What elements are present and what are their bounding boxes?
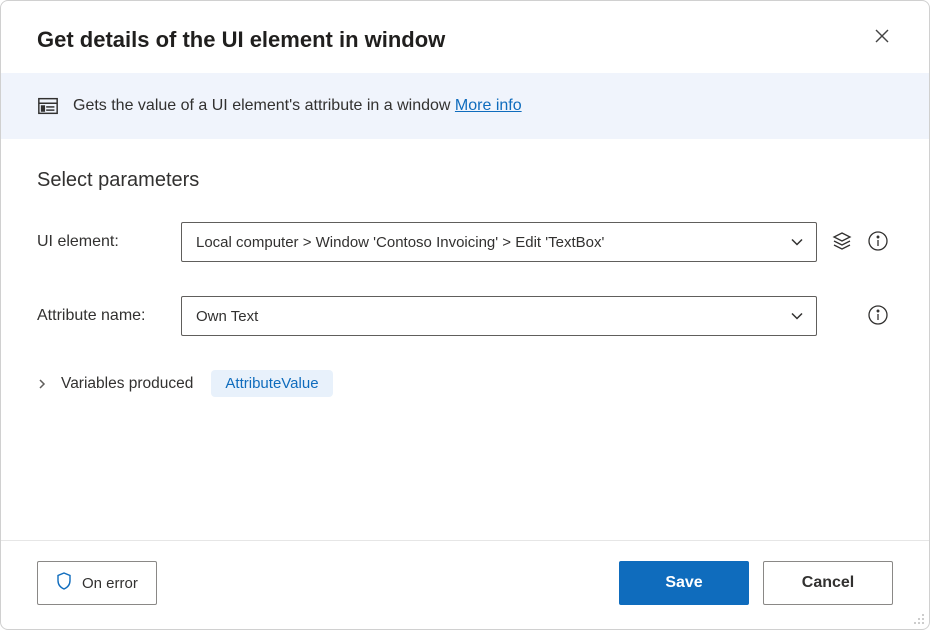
info-banner-desc: Gets the value of a UI element's attribu…	[73, 97, 455, 114]
info-banner-text: Gets the value of a UI element's attribu…	[73, 97, 522, 115]
on-error-label: On error	[82, 575, 138, 592]
attribute-name-row: Attribute name: Own Text	[37, 296, 893, 336]
attribute-name-value: Own Text	[196, 308, 790, 325]
dialog-footer: On error Save Cancel	[1, 540, 929, 629]
form-icon	[37, 95, 59, 117]
resize-grip[interactable]	[911, 611, 925, 625]
info-icon	[868, 231, 888, 254]
chevron-right-icon	[37, 379, 47, 389]
variables-produced-row[interactable]: Variables produced AttributeValue	[37, 370, 893, 397]
footer-actions: Save Cancel	[619, 561, 893, 605]
layers-button[interactable]	[831, 231, 853, 253]
ui-element-select[interactable]: Local computer > Window 'Contoso Invoici…	[181, 222, 817, 262]
ui-element-info-button[interactable]	[867, 231, 889, 253]
save-button[interactable]: Save	[619, 561, 749, 605]
dialog-title: Get details of the UI element in window	[37, 27, 445, 53]
variable-tag[interactable]: AttributeValue	[211, 370, 332, 397]
layers-icon	[832, 231, 852, 254]
cancel-button[interactable]: Cancel	[763, 561, 893, 605]
resize-grip-icon	[911, 611, 925, 625]
shield-icon	[56, 572, 72, 594]
info-banner: Gets the value of a UI element's attribu…	[1, 73, 929, 139]
ui-element-label: UI element:	[37, 233, 181, 251]
attribute-info-button[interactable]	[867, 305, 889, 327]
spacer	[831, 305, 853, 327]
ui-element-row: UI element: Local computer > Window 'Con…	[37, 222, 893, 262]
dialog: Get details of the UI element in window …	[0, 0, 930, 630]
dialog-header: Get details of the UI element in window	[1, 1, 929, 73]
section-title: Select parameters	[37, 169, 893, 192]
info-icon	[868, 305, 888, 328]
ui-element-value: Local computer > Window 'Contoso Invoici…	[196, 234, 790, 251]
ui-element-actions	[831, 231, 889, 253]
chevron-down-icon	[790, 235, 804, 249]
attribute-name-label: Attribute name:	[37, 307, 181, 325]
close-button[interactable]	[871, 26, 893, 48]
close-icon	[874, 28, 890, 47]
more-info-link[interactable]: More info	[455, 97, 522, 114]
attribute-name-actions	[831, 305, 889, 327]
attribute-name-select[interactable]: Own Text	[181, 296, 817, 336]
on-error-button[interactable]: On error	[37, 561, 157, 605]
variables-produced-label: Variables produced	[61, 375, 193, 393]
chevron-down-icon	[790, 309, 804, 323]
content: Select parameters UI element: Local comp…	[1, 139, 929, 540]
